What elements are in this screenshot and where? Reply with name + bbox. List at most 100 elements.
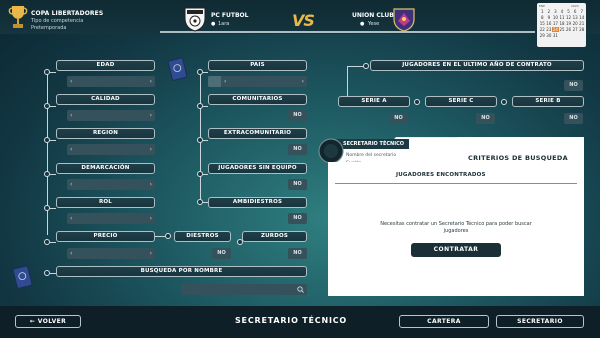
home-team-name: PC FUTBOL bbox=[211, 12, 249, 19]
secretary-name-label: Nombre del secretario bbox=[346, 153, 397, 158]
edad-range-control[interactable]: ‹ › bbox=[67, 76, 155, 87]
filter-precio[interactable]: PRECIO bbox=[56, 231, 155, 242]
diestros-toggle[interactable]: NO bbox=[212, 248, 231, 259]
arrow-left-icon[interactable]: ‹ bbox=[70, 180, 72, 189]
filter-calidad[interactable]: CALIDAD bbox=[56, 94, 155, 105]
arrow-left-icon[interactable]: ‹ bbox=[70, 145, 72, 154]
competition-phase: Pretemporada bbox=[31, 25, 67, 31]
arrow-right-icon[interactable]: › bbox=[150, 77, 152, 86]
connector-line bbox=[50, 174, 56, 175]
away-team-name: UNION CLUB bbox=[352, 12, 394, 19]
filter-rol[interactable]: ROL bbox=[56, 197, 155, 208]
passport-icon bbox=[12, 265, 33, 289]
calendar-day[interactable]: 7 bbox=[578, 9, 585, 14]
hire-button-label: CONTRATAR bbox=[433, 246, 479, 253]
connector-line bbox=[50, 140, 56, 141]
found-title: JUGADORES ENCONTRADOS bbox=[396, 172, 486, 178]
comunitarios-toggle[interactable]: NO bbox=[288, 110, 307, 121]
calendar-day[interactable]: 23 bbox=[546, 27, 553, 32]
header-divider bbox=[160, 31, 535, 33]
arrow-right-icon[interactable]: › bbox=[150, 111, 152, 120]
filter-region[interactable]: REGION bbox=[56, 128, 155, 139]
arrow-right-icon[interactable]: › bbox=[150, 249, 152, 258]
arrow-right-icon[interactable]: › bbox=[302, 77, 304, 86]
calendar-day[interactable]: 6 bbox=[572, 9, 579, 14]
secretary-button[interactable]: SECRETARIO bbox=[496, 315, 584, 328]
connector-line bbox=[50, 72, 56, 73]
hire-button[interactable]: CONTRATAR bbox=[411, 243, 501, 257]
serie-a-toggle[interactable]: NO bbox=[389, 113, 408, 124]
connector-line bbox=[348, 66, 363, 67]
filter-demarcacion[interactable]: DEMARCACIÓN bbox=[56, 163, 155, 174]
secretary-avatar bbox=[318, 138, 344, 164]
calendar-day[interactable]: 21 bbox=[578, 21, 585, 26]
filter-edad[interactable]: EDAD bbox=[56, 60, 155, 71]
back-button[interactable]: ← VOLVER bbox=[15, 315, 81, 328]
competition-title: COPA LIBERTADORES bbox=[31, 10, 104, 17]
demarcacion-range-control[interactable]: ‹ › bbox=[67, 179, 155, 190]
arrow-right-icon[interactable]: › bbox=[150, 214, 152, 223]
arrow-left-icon[interactable]: ‹ bbox=[70, 249, 72, 258]
filter-serie-c[interactable]: SERIE C bbox=[425, 96, 497, 107]
filter-diestros[interactable]: DIESTROS bbox=[174, 231, 231, 242]
connector-line bbox=[203, 106, 208, 107]
serie-b-toggle[interactable]: NO bbox=[564, 113, 583, 124]
filter-serie-a[interactable]: SERIE A bbox=[338, 96, 410, 107]
connector-line bbox=[50, 106, 56, 107]
calendar-day[interactable]: 31 bbox=[552, 33, 559, 38]
calendar-day[interactable]: 16 bbox=[546, 21, 553, 26]
ultimo-ano-toggle[interactable]: NO bbox=[564, 80, 583, 91]
arrow-right-icon[interactable]: › bbox=[150, 180, 152, 189]
calendar-day[interactable]: 13 bbox=[572, 15, 579, 20]
calendar-day[interactable]: 14 bbox=[578, 15, 585, 20]
name-search-input[interactable] bbox=[181, 284, 307, 295]
precio-range-control[interactable]: ‹ › bbox=[67, 248, 155, 259]
filter-zurdos[interactable]: ZURDOS bbox=[242, 231, 307, 242]
arrow-right-icon[interactable]: › bbox=[150, 145, 152, 154]
sin-equipo-toggle[interactable]: NO bbox=[288, 179, 307, 190]
search-icon[interactable] bbox=[297, 286, 304, 293]
calendar-widget[interactable]: ENE 2024 1 2 3 4 5 6 7 8 9 10 11 12 13 14 15 16 17 18 19 20… bbox=[537, 3, 586, 47]
arrow-left-icon[interactable]: ‹ bbox=[70, 77, 72, 86]
calendar-day[interactable]: 30 bbox=[546, 33, 553, 38]
competition-type: Tipo de competencia bbox=[31, 18, 84, 24]
pais-selector[interactable]: ‹ › bbox=[208, 76, 307, 87]
filter-sin-equipo[interactable]: JUGADORES SIN EQUIPO bbox=[208, 163, 307, 174]
filter-busqueda-nombre[interactable]: BUSQUEDA POR NOMBRE bbox=[56, 266, 307, 277]
wallet-button-label: CARTERA bbox=[427, 318, 461, 325]
ambidiestros-toggle[interactable]: NO bbox=[288, 213, 307, 224]
filter-pais[interactable]: PAIS bbox=[208, 60, 307, 71]
calendar-day[interactable]: 9 bbox=[546, 15, 553, 20]
person-icon: ● bbox=[211, 21, 216, 27]
calendar-day[interactable]: 4 bbox=[559, 9, 566, 14]
calendar-day[interactable]: 28 bbox=[578, 27, 585, 32]
filter-extracomunitario[interactable]: EXTRACOMUNITARIO bbox=[208, 128, 307, 139]
arrow-left-icon[interactable]: ‹ bbox=[224, 77, 226, 86]
calendar-day[interactable]: 11 bbox=[559, 15, 566, 20]
filter-serie-b[interactable]: SERIE B bbox=[512, 96, 584, 107]
wallet-button[interactable]: CARTERA bbox=[399, 315, 489, 328]
back-button-label: VOLVER bbox=[37, 318, 67, 325]
calendar-day[interactable]: 20 bbox=[572, 21, 579, 26]
serie-c-toggle[interactable]: NO bbox=[476, 113, 495, 124]
home-team-crest-icon[interactable] bbox=[183, 6, 207, 32]
zurdos-toggle[interactable]: NO bbox=[288, 248, 307, 259]
rol-range-control[interactable]: ‹ › bbox=[67, 213, 155, 224]
away-team-crest-icon[interactable] bbox=[391, 6, 417, 32]
person-icon: ● bbox=[360, 21, 365, 27]
filter-ambidiestros[interactable]: AMBIDIESTROS bbox=[208, 197, 307, 208]
calendar-day[interactable]: 27 bbox=[572, 27, 579, 32]
calendar-day[interactable]: 18 bbox=[559, 21, 566, 26]
extracomunitario-toggle[interactable]: NO bbox=[288, 144, 307, 155]
region-range-control[interactable]: ‹ › bbox=[67, 144, 155, 155]
filter-ultimo-ano-contrato[interactable]: JUGADORES EN EL ULTIMO AÑO DE CONTRATO bbox=[370, 60, 584, 71]
filter-comunitarios[interactable]: COMUNITARIOS bbox=[208, 94, 307, 105]
calidad-range-control[interactable]: ‹ › bbox=[67, 110, 155, 121]
calendar-day[interactable]: 25 bbox=[559, 27, 566, 32]
filter-dot bbox=[501, 99, 507, 105]
connector-line bbox=[203, 140, 208, 141]
calendar-day[interactable]: 2 bbox=[546, 9, 553, 14]
arrow-left-icon[interactable]: ‹ bbox=[70, 214, 72, 223]
passport-icon bbox=[167, 57, 188, 81]
arrow-left-icon[interactable]: ‹ bbox=[70, 111, 72, 120]
